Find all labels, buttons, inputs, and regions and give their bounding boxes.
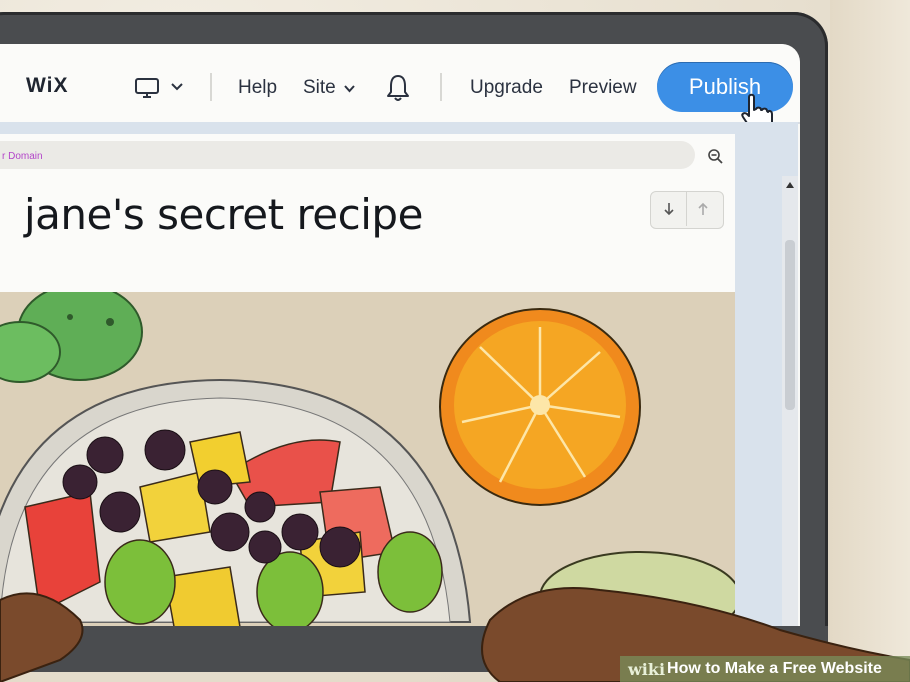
toolbar-divider	[440, 73, 442, 101]
upgrade-link[interactable]: Upgrade	[470, 77, 543, 99]
wikihow-watermark: wiki How to Make a Free Website	[620, 656, 910, 682]
site-title[interactable]: jane's secret recipe	[24, 190, 423, 239]
domain-text: r Domain	[2, 151, 43, 162]
help-menu[interactable]: Help	[238, 77, 277, 99]
arrow-up-icon[interactable]	[696, 201, 710, 217]
domain-bar[interactable]	[0, 141, 695, 169]
toolbar-divider	[210, 73, 212, 101]
scrollbar-thumb[interactable]	[785, 240, 795, 410]
scroll-up-icon[interactable]	[786, 182, 794, 188]
watermark-text: How to Make a Free Website	[667, 660, 882, 677]
watermark-brand: wiki	[628, 659, 666, 679]
preview-button[interactable]: Preview	[569, 77, 637, 99]
broccoli-illustration	[0, 292, 143, 383]
bell-icon[interactable]	[385, 73, 411, 103]
desktop-icon[interactable]	[134, 77, 160, 99]
site-menu[interactable]: Site	[303, 77, 336, 99]
chevron-down-icon[interactable]	[170, 82, 184, 92]
divider	[686, 192, 687, 226]
arrow-down-icon[interactable]	[662, 201, 676, 217]
orange-slice-illustration	[439, 308, 641, 506]
chevron-down-icon[interactable]	[343, 84, 356, 93]
zoom-out-icon[interactable]	[707, 148, 723, 164]
wix-logo: WiX	[26, 74, 69, 97]
